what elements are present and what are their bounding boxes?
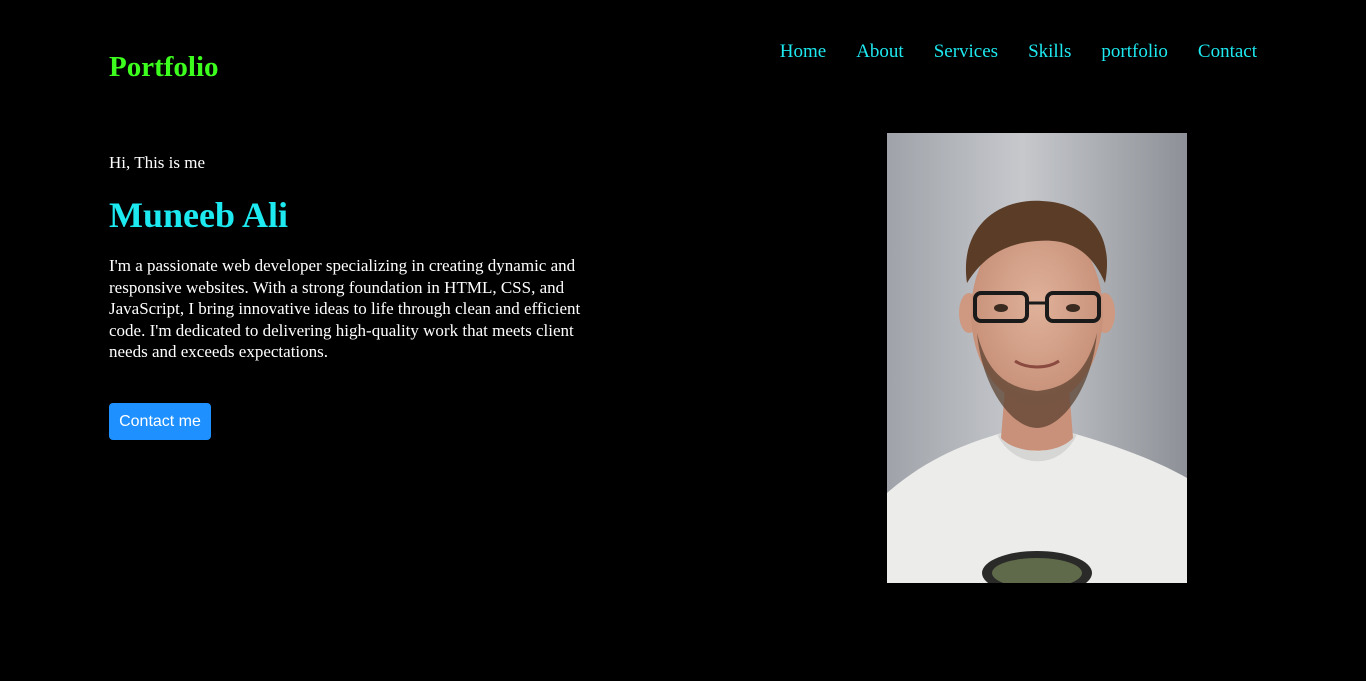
main-nav: Home About Services Skills portfolio Con… xyxy=(780,39,1257,65)
hero-bio: I'm a passionate web developer specializ… xyxy=(109,256,581,361)
profile-photo xyxy=(887,133,1187,583)
hero-greeting: Hi, This is me xyxy=(109,153,206,172)
portfolio-page: Portfolio Home About Services Skills por… xyxy=(0,0,1366,681)
nav-portfolio-link[interactable]: portfolio xyxy=(1101,39,1168,65)
nav-about-link[interactable]: About xyxy=(856,39,904,65)
contact-me-button[interactable]: Contact me xyxy=(109,403,211,440)
hero-name: Muneeb Ali xyxy=(109,195,289,235)
site-logo[interactable]: Portfolio xyxy=(109,49,219,85)
nav-services-link[interactable]: Services xyxy=(934,39,998,65)
nav-contact-link[interactable]: Contact xyxy=(1198,39,1257,65)
nav-home-link[interactable]: Home xyxy=(780,39,826,65)
nav-skills-link[interactable]: Skills xyxy=(1028,39,1071,65)
